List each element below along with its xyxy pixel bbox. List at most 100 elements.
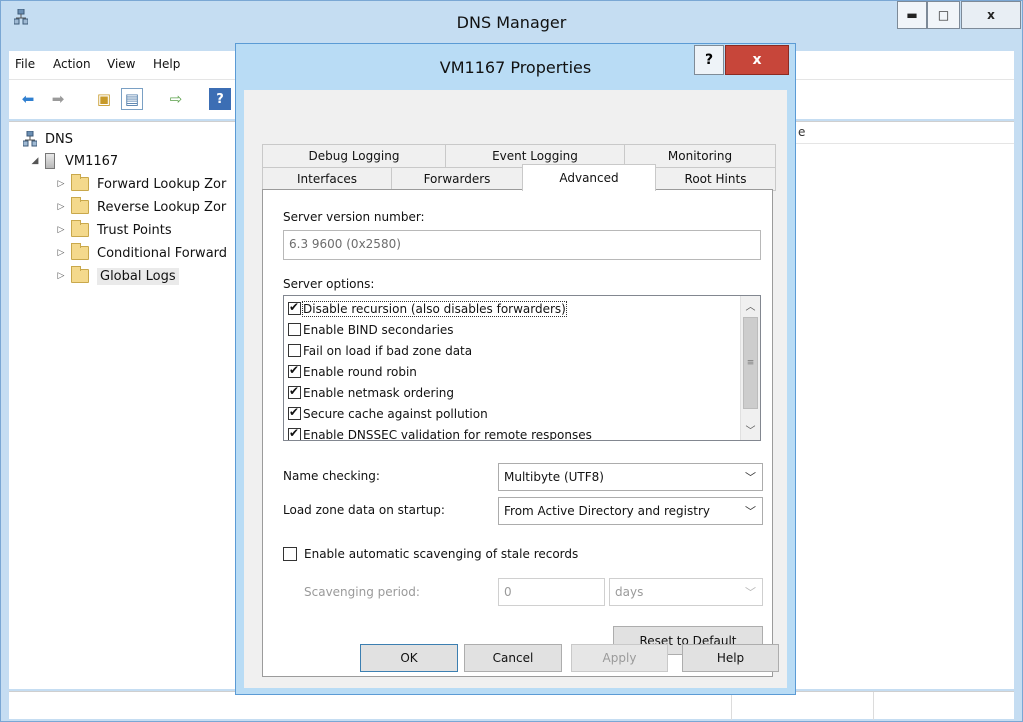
ok-button[interactable]: OK [360, 644, 458, 672]
option-enable-bind-secondaries[interactable]: Enable BIND secondaries [288, 319, 454, 340]
tab-debug-logging[interactable]: Debug Logging [262, 144, 446, 168]
export-list-icon[interactable]: ⇨ [165, 88, 187, 110]
back-arrow-icon[interactable]: ⬅ [17, 88, 39, 110]
option-label: Disable recursion (also disables forward… [302, 300, 567, 317]
tree-label: DNS [45, 131, 73, 147]
option-round-robin[interactable]: Enable round robin [288, 361, 417, 382]
expand-arrow-icon[interactable]: ▷ [55, 225, 67, 235]
load-zone-label: Load zone data on startup: [283, 503, 445, 517]
status-divider [731, 692, 732, 720]
column-header-fragment: e [798, 125, 806, 139]
expand-arrow-icon[interactable]: ▷ [55, 248, 67, 258]
option-dnssec-validation[interactable]: Enable DNSSEC validation for remote resp… [288, 424, 592, 441]
option-disable-recursion[interactable]: Disable recursion (also disables forward… [288, 298, 567, 319]
menu-view[interactable]: View [107, 57, 135, 71]
scavenging-label[interactable]: Enable automatic scavenging of stale rec… [304, 547, 578, 561]
tree-label: VM1167 [65, 153, 119, 169]
maximize-button[interactable]: □ [927, 1, 960, 29]
help-button[interactable]: Help [682, 644, 779, 672]
load-zone-dropdown[interactable]: From Active Directory and registry ﹀ [498, 497, 763, 525]
option-label: Fail on load if bad zone data [303, 343, 473, 358]
expand-arrow-icon[interactable]: ▷ [55, 271, 67, 281]
option-fail-on-load[interactable]: Fail on load if bad zone data [288, 340, 472, 361]
scavenging-checkbox[interactable] [283, 547, 297, 561]
apply-button[interactable]: Apply [571, 644, 668, 672]
tree-label: Global Logs [97, 267, 179, 285]
checkbox-checked[interactable] [288, 426, 301, 440]
tree-item-reverse-lookup[interactable]: ▷ Reverse Lookup Zor [55, 196, 226, 218]
scroll-down-icon[interactable]: ﹀ [741, 420, 760, 439]
chevron-down-icon: ﹀ [745, 586, 756, 599]
tree-label: Conditional Forward [97, 245, 228, 261]
option-label: Enable BIND secondaries [303, 322, 454, 337]
server-icon [45, 153, 55, 169]
checkbox-checked[interactable] [288, 384, 301, 399]
checkbox-checked[interactable] [288, 405, 301, 420]
tree-item-trust-points[interactable]: ▷ Trust Points [55, 219, 172, 241]
scroll-thumb[interactable]: ≡ [743, 317, 758, 409]
server-version-field[interactable]: 6.3 9600 (0x2580) [283, 230, 761, 260]
name-checking-dropdown[interactable]: Multibyte (UTF8) ﹀ [498, 463, 763, 491]
checkbox-checked[interactable] [288, 300, 301, 315]
menu-help[interactable]: Help [153, 57, 180, 71]
scavenging-period-label: Scavenging period: [304, 585, 420, 599]
checkbox-checked[interactable] [288, 363, 301, 378]
tree-label: Trust Points [97, 222, 172, 238]
properties-dialog: VM1167 Properties ? x Debug Logging Even… [235, 43, 796, 695]
menu-file[interactable]: File [15, 57, 35, 71]
option-label: Enable netmask ordering [303, 385, 454, 400]
tree-label: Reverse Lookup Zor [97, 199, 227, 215]
folder-icon [71, 174, 89, 191]
scroll-up-icon[interactable]: ︿ [741, 296, 760, 315]
tree-server-vm1167[interactable]: ◢ VM1167 [29, 150, 118, 172]
option-netmask-ordering[interactable]: Enable netmask ordering [288, 382, 454, 403]
tree-item-conditional-forwarders[interactable]: ▷ Conditional Forward [55, 242, 227, 264]
main-titlebar[interactable]: DNS Manager ▬ □ x [1, 1, 1022, 45]
folder-icon [71, 220, 89, 237]
main-window-title: DNS Manager [456, 13, 567, 32]
show-hide-tree-icon[interactable]: ▤ [121, 88, 143, 110]
tree-item-global-logs[interactable]: ▷ Global Logs [55, 265, 179, 287]
advanced-tab-page: Server version number: 6.3 9600 (0x2580)… [262, 189, 773, 677]
expanded-arrow-icon[interactable]: ◢ [29, 156, 41, 166]
expand-arrow-icon[interactable]: ▷ [55, 202, 67, 212]
dropdown-value: days [615, 585, 644, 599]
checkbox-unchecked[interactable] [288, 344, 301, 357]
dns-icon [23, 131, 37, 147]
folder-up-icon[interactable]: ▣ [93, 88, 115, 110]
option-label: Enable DNSSEC validation for remote resp… [303, 427, 592, 441]
chevron-down-icon: ﹀ [745, 505, 756, 518]
close-window-button[interactable]: x [961, 1, 1021, 29]
forward-arrow-icon[interactable]: ➡ [47, 88, 69, 110]
help-icon[interactable]: ? [209, 88, 231, 110]
server-options-list[interactable]: Disable recursion (also disables forward… [283, 295, 761, 441]
folder-icon [71, 197, 89, 214]
scavenging-period-field[interactable]: 0 [498, 578, 605, 606]
option-label: Secure cache against pollution [303, 406, 488, 421]
tab-interfaces[interactable]: Interfaces [262, 167, 392, 191]
cancel-button[interactable]: Cancel [464, 644, 562, 672]
menu-action[interactable]: Action [53, 57, 91, 71]
minimize-button[interactable]: ▬ [897, 1, 927, 29]
dropdown-value: Multibyte (UTF8) [504, 470, 604, 484]
option-secure-cache[interactable]: Secure cache against pollution [288, 403, 488, 424]
close-dialog-button[interactable]: x [725, 45, 789, 75]
checkbox-unchecked[interactable] [288, 323, 301, 336]
status-divider [873, 692, 874, 720]
status-bar [9, 691, 1014, 720]
tab-advanced[interactable]: Advanced [522, 164, 656, 191]
scavenging-unit-dropdown[interactable]: days ﹀ [609, 578, 763, 606]
context-help-button[interactable]: ? [694, 45, 724, 75]
name-checking-label: Name checking: [283, 469, 380, 483]
tree-item-forward-lookup[interactable]: ▷ Forward Lookup Zor [55, 173, 226, 195]
tree-root-dns[interactable]: DNS [23, 128, 73, 150]
expand-arrow-icon[interactable]: ▷ [55, 179, 67, 189]
tab-forwarders[interactable]: Forwarders [391, 167, 523, 191]
dialog-titlebar[interactable]: VM1167 Properties ? x [236, 44, 795, 90]
tab-root-hints[interactable]: Root Hints [655, 167, 776, 191]
chevron-down-icon: ﹀ [745, 471, 756, 484]
option-label: Enable round robin [303, 364, 417, 379]
options-scrollbar[interactable]: ︿ ≡ ﹀ [740, 296, 760, 440]
folder-icon [71, 243, 89, 260]
server-version-label: Server version number: [283, 210, 425, 224]
